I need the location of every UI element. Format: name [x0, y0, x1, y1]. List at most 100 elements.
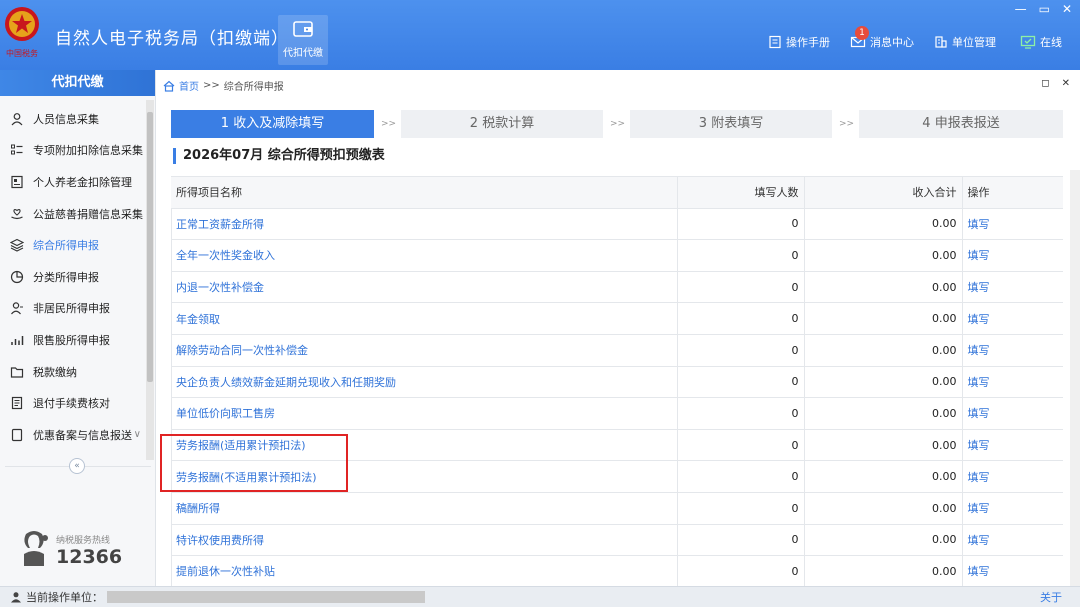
row-item-link[interactable]: 稿酬所得 [176, 502, 220, 515]
row-item-link[interactable]: 劳务报酬(适用累计预扣法) [176, 439, 306, 452]
hotline-number: 12366 [56, 546, 123, 568]
fill-button[interactable]: 填写 [968, 218, 990, 231]
support-agent-icon [24, 531, 48, 566]
table-row: 劳务报酬(适用累计预扣法) 0 0.00 填写 [171, 429, 1063, 462]
chevron-down-icon: ∨ [133, 429, 141, 441]
row-total: 0.00 [804, 460, 963, 493]
row-item-link[interactable]: 正常工资薪金所得 [176, 218, 264, 231]
step-separator: >> [610, 119, 626, 129]
row-item-link[interactable]: 全年一次性奖金收入 [176, 249, 275, 262]
fill-button[interactable]: 填写 [968, 376, 990, 389]
row-item-link[interactable]: 劳务报酬(不适用累计预扣法) [176, 471, 317, 484]
list-icon [11, 144, 23, 155]
fill-button[interactable]: 填写 [968, 439, 990, 452]
sidebar-scroll-thumb[interactable] [147, 112, 153, 382]
unit-management-button[interactable]: 单位管理 [934, 34, 996, 50]
row-item-name: 特许权使用费所得 [171, 524, 678, 557]
sidebar-item-preferential-filing[interactable]: 优惠备案与信息报送 ∨ [0, 419, 155, 451]
step-tax-calculation[interactable]: 2 税款计算 [401, 110, 603, 138]
row-action: 填写 [962, 366, 1063, 399]
window-controls: — ▭ ✕ [1015, 2, 1072, 16]
manual-button[interactable]: 操作手册 [768, 34, 830, 50]
about-link[interactable]: 关于 [1040, 589, 1062, 605]
sidebar-item-pension[interactable]: 个人养老金扣除管理 [0, 166, 155, 198]
panel-restore-icon[interactable]: ◻ [1041, 78, 1049, 89]
maximize-icon[interactable]: ▭ [1039, 2, 1050, 16]
sidebar-item-tax-payment[interactable]: 税款缴纳 [0, 356, 155, 388]
row-total: 0.00 [804, 271, 963, 304]
row-item-link[interactable]: 解除劳动合同一次性补偿金 [176, 344, 308, 357]
panel-controls: ◻ ✕ [1041, 78, 1070, 89]
panel-close-icon[interactable]: ✕ [1062, 78, 1070, 89]
fill-button[interactable]: 填写 [968, 534, 990, 547]
sidebar-item-classified[interactable]: 分类所得申报 [0, 261, 155, 293]
main-scrollbar[interactable] [1070, 170, 1080, 586]
person-icon [11, 112, 23, 126]
fill-button[interactable]: 填写 [968, 565, 990, 578]
manual-label: 操作手册 [786, 36, 830, 49]
folder-icon [10, 366, 24, 378]
step-submit[interactable]: 4 申报表报送 [859, 110, 1063, 138]
row-total: 0.00 [804, 208, 963, 241]
row-item-link[interactable]: 提前退休一次性补贴 [176, 565, 275, 578]
fill-button[interactable]: 填写 [968, 471, 990, 484]
table-row: 稿酬所得 0 0.00 填写 [171, 492, 1063, 525]
table-row: 内退一次性补偿金 0 0.00 填写 [171, 271, 1063, 304]
step-income-deduction[interactable]: 1 收入及减除填写 [171, 110, 374, 138]
fill-button[interactable]: 填写 [968, 502, 990, 515]
table-row: 解除劳动合同一次性补偿金 0 0.00 填写 [171, 334, 1063, 367]
table-row: 正常工资薪金所得 0 0.00 填写 [171, 208, 1063, 241]
row-item-link[interactable]: 内退一次性补偿金 [176, 281, 264, 294]
collapse-sidebar-button[interactable]: « [69, 458, 85, 474]
row-action: 填写 [962, 239, 1063, 272]
row-item-name: 全年一次性奖金收入 [171, 239, 678, 272]
row-item-link[interactable]: 单位低价向职工售房 [176, 407, 275, 420]
sidebar-item-comprehensive[interactable]: 综合所得申报 [0, 229, 155, 261]
sidebar-scrollbar[interactable] [146, 100, 154, 460]
messages-button[interactable]: 1 消息中心 [850, 26, 914, 50]
fill-button[interactable]: 填写 [968, 407, 990, 420]
sidebar-item-charity[interactable]: 公益慈善捐赠信息采集 [0, 198, 155, 230]
online-label: 在线 [1040, 36, 1062, 49]
document-icon [11, 397, 23, 410]
hotline-label: 纳税服务热线 [56, 536, 111, 546]
fill-button[interactable]: 填写 [968, 281, 990, 294]
row-action: 填写 [962, 460, 1063, 493]
home-icon[interactable] [163, 80, 175, 92]
sidebar-item-label: 分类所得申报 [33, 270, 99, 284]
online-status[interactable]: 在线 [1020, 34, 1062, 50]
minimize-icon[interactable]: — [1015, 2, 1027, 16]
sidebar-item-label: 税款缴纳 [33, 365, 77, 379]
step-schedule-fill[interactable]: 3 附表填写 [630, 110, 832, 138]
close-icon[interactable]: ✕ [1062, 2, 1072, 16]
breadcrumb-home[interactable]: 首页 [179, 78, 199, 93]
current-unit-value-redacted [107, 591, 425, 603]
hotline-text: 纳税服务热线 12366 [56, 533, 122, 568]
hotline: 纳税服务热线 12366 [18, 528, 122, 568]
sidebar-item-label: 专项附加扣除信息采集 [33, 144, 143, 158]
fill-button[interactable]: 填写 [968, 249, 990, 262]
page-title: 2026年07月 综合所得预扣预缴表 [173, 148, 385, 164]
row-count: 0 [677, 460, 805, 493]
row-item-link[interactable]: 特许权使用费所得 [176, 534, 264, 547]
row-item-link[interactable]: 年金领取 [176, 313, 220, 326]
sidebar-item-fee-refund[interactable]: 退付手续费核对 [0, 387, 155, 419]
row-count: 0 [677, 555, 805, 588]
row-total: 0.00 [804, 334, 963, 367]
sidebar-item-person-info[interactable]: 人员信息采集 [0, 103, 155, 135]
breadcrumb: 首页 >> 综合所得申报 [163, 78, 284, 93]
row-item-link[interactable]: 央企负责人绩效薪金延期兑现收入和任期奖励 [176, 376, 396, 389]
row-total: 0.00 [804, 239, 963, 272]
current-unit-label: 当前操作单位： [26, 591, 103, 604]
row-item-name: 提前退休一次性补贴 [171, 555, 678, 588]
sidebar-item-special-deduction[interactable]: 专项附加扣除信息采集 [0, 135, 155, 167]
fill-button[interactable]: 填写 [968, 313, 990, 326]
nav-tile-withholding[interactable]: 代扣代缴 [278, 15, 328, 65]
sidebar-item-label: 非居民所得申报 [33, 302, 110, 316]
sidebar-item-restricted-stock[interactable]: 限售股所得申报 [0, 324, 155, 356]
header-toolbar: 操作手册 1 消息中心 单位管理 在线 [768, 26, 1062, 50]
pie-icon [10, 270, 24, 283]
card-icon [11, 175, 23, 189]
sidebar-item-nonresident[interactable]: 非居民所得申报 [0, 293, 155, 325]
fill-button[interactable]: 填写 [968, 344, 990, 357]
